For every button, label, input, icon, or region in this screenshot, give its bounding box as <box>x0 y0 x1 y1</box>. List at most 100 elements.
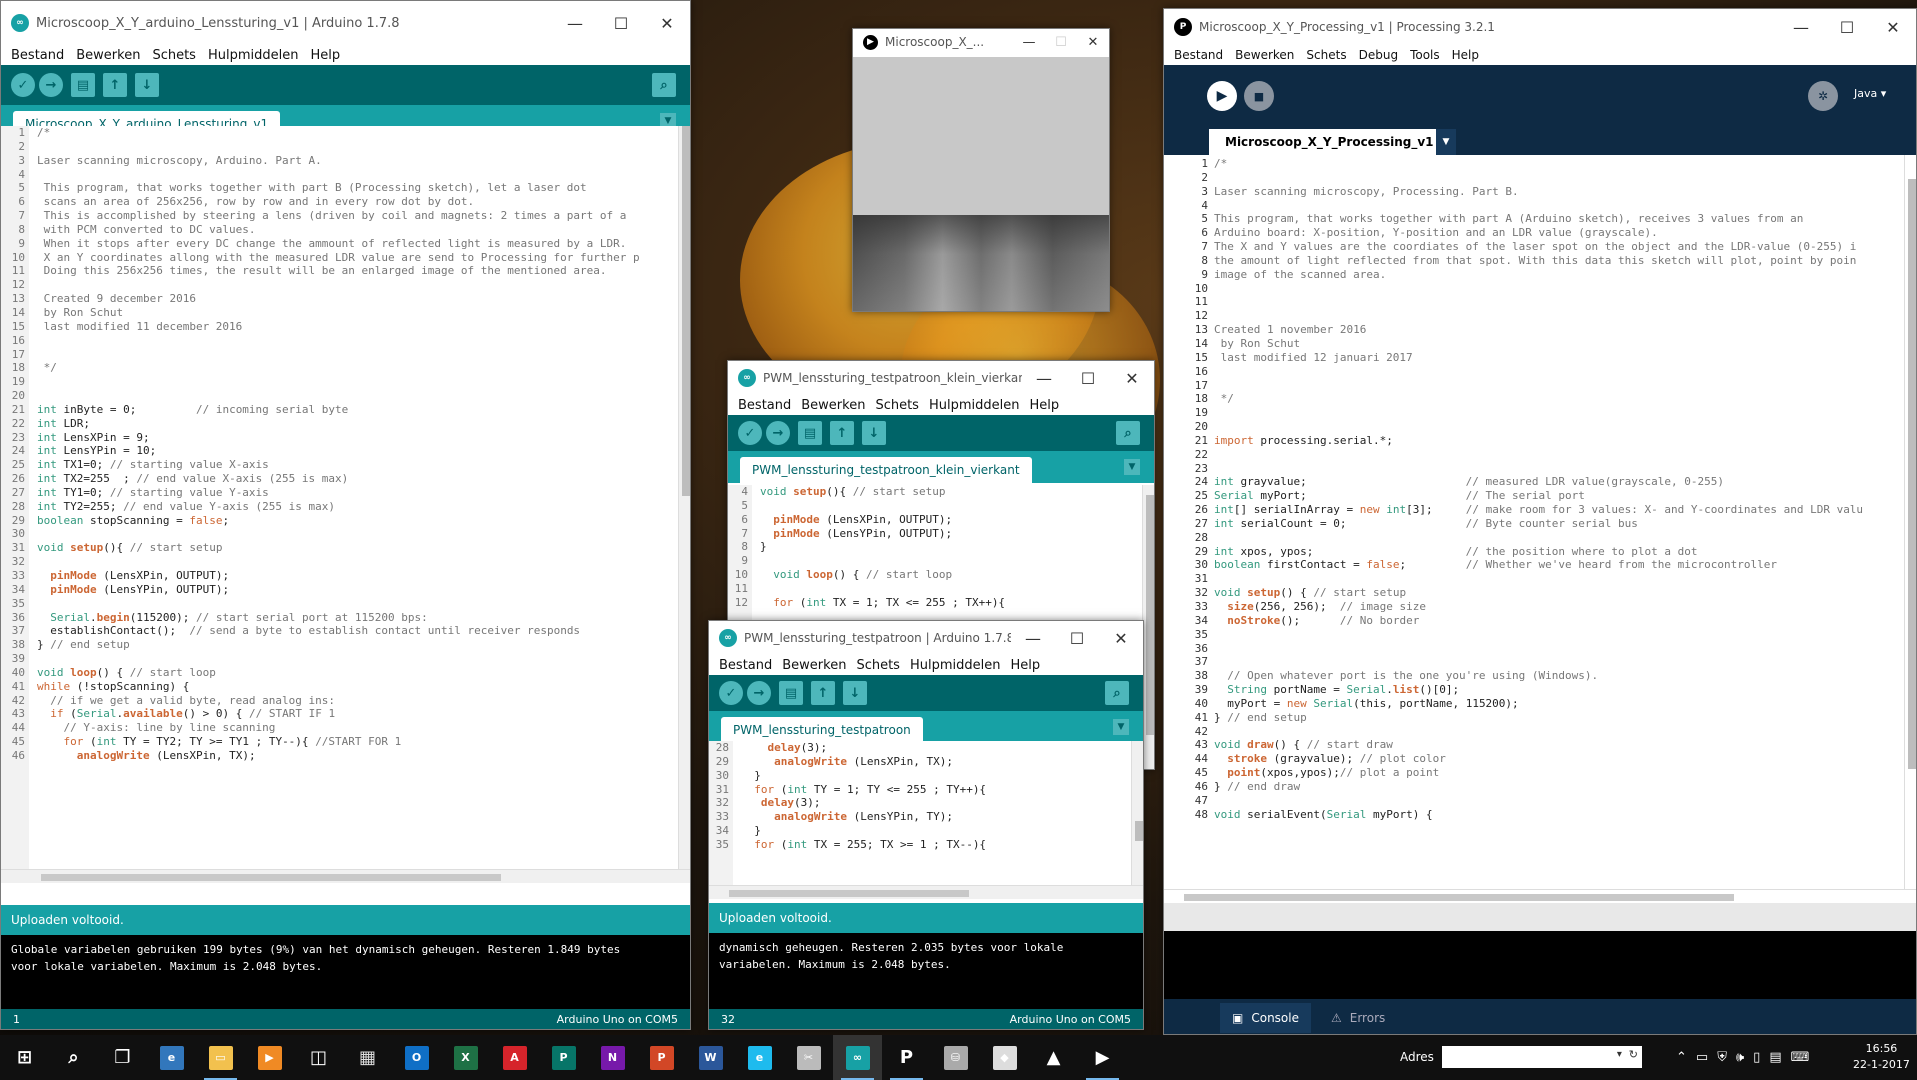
excel-icon[interactable]: X <box>441 1035 490 1080</box>
menu-help[interactable]: Help <box>1029 398 1059 413</box>
menu-bestand[interactable]: Bestand <box>738 398 791 413</box>
photos-icon[interactable]: ▲ <box>1029 1035 1078 1080</box>
run-button[interactable]: ▶ <box>1207 81 1237 111</box>
search-icon[interactable]: ⌕ <box>49 1035 98 1080</box>
menu-hulpmiddelen[interactable]: Hulpmiddelen <box>929 398 1020 413</box>
tab-menu-button[interactable]: ▼ <box>1113 719 1129 735</box>
horizontal-scrollbar[interactable] <box>709 885 1143 899</box>
close-button[interactable]: ✕ <box>1870 9 1916 45</box>
horizontal-scrollbar[interactable] <box>1164 889 1916 903</box>
file-explorer-icon[interactable]: ▭ <box>196 1035 245 1080</box>
edge-browser-icon[interactable]: e <box>147 1035 196 1080</box>
menu-schets[interactable]: Schets <box>152 48 196 63</box>
menu-bewerken[interactable]: Bewerken <box>76 48 140 63</box>
store-icon[interactable]: ◫ <box>294 1035 343 1080</box>
close-button[interactable]: ✕ <box>1110 361 1154 395</box>
upload-button[interactable]: → <box>747 681 771 705</box>
menu-tools[interactable]: Tools <box>1410 48 1440 62</box>
serial-monitor-button[interactable]: ⌕ <box>1116 421 1140 445</box>
vertical-scrollbar[interactable] <box>1131 741 1143 885</box>
open-button[interactable]: ↑ <box>830 421 854 445</box>
code-editor[interactable]: 1 2 3 4 5 6 7 8 9 10 11 12 13 14 15 16 17 18 19 20 21 22 23 24 2… <box>1 126 690 883</box>
serial-monitor-button[interactable]: ⌕ <box>652 73 676 97</box>
internet-explorer-icon[interactable]: e <box>735 1035 784 1080</box>
menu-help[interactable]: Help <box>310 48 340 63</box>
maximize-button[interactable]: ☐ <box>1055 621 1099 655</box>
powerpoint-icon[interactable]: P <box>637 1035 686 1080</box>
maximize-button[interactable]: ☐ <box>1824 9 1870 45</box>
save-button[interactable]: ↓ <box>862 421 886 445</box>
upload-button[interactable]: → <box>766 421 790 445</box>
menu-schets[interactable]: Schets <box>875 398 919 413</box>
verify-button[interactable]: ✓ <box>11 73 35 97</box>
clock[interactable]: 16:56 22-1-2017 <box>1853 1041 1910 1073</box>
tray-overflow-icon[interactable]: ⌃ <box>1676 1050 1687 1065</box>
calculator-icon[interactable]: ▦ <box>343 1035 392 1080</box>
media-player-icon[interactable]: ▶ <box>245 1035 294 1080</box>
network-drive-icon[interactable]: ⛁ <box>931 1035 980 1080</box>
maximize-button[interactable]: ☐ <box>1045 29 1077 55</box>
address-input[interactable]: ▾ ↻ <box>1441 1046 1642 1068</box>
outlook-icon[interactable]: O <box>392 1035 441 1080</box>
maximize-button[interactable]: ☐ <box>1066 361 1110 395</box>
open-button[interactable]: ↑ <box>103 73 127 97</box>
security-icon[interactable]: ⛨ <box>1717 1050 1727 1065</box>
arduino-icon[interactable]: ∞ <box>833 1035 882 1080</box>
sketch-tab[interactable]: PWM_lenssturing_testpatroon <box>721 717 923 743</box>
maximize-button[interactable]: ☐ <box>598 1 644 45</box>
open-button[interactable]: ↑ <box>811 681 835 705</box>
menu-hulpmiddelen[interactable]: Hulpmiddelen <box>910 658 1001 673</box>
close-button[interactable]: ✕ <box>1077 29 1109 55</box>
battery-icon[interactable]: ▯ <box>1753 1050 1760 1065</box>
new-button[interactable]: ▤ <box>779 681 803 705</box>
code-text[interactable]: delay(3); analogWrite (LensXPin, TX); } … <box>741 741 1131 885</box>
task-view-icon[interactable]: ❐ <box>98 1035 147 1080</box>
inkscape-icon[interactable]: ◆ <box>980 1035 1029 1080</box>
save-button[interactable]: ↓ <box>135 73 159 97</box>
publisher-icon[interactable]: P <box>539 1035 588 1080</box>
tab-menu-button[interactable]: ▼ <box>1124 459 1140 475</box>
new-button[interactable]: ▤ <box>798 421 822 445</box>
acrobat-icon[interactable]: A <box>490 1035 539 1080</box>
minimize-button[interactable]: — <box>1013 29 1045 55</box>
serial-monitor-button[interactable]: ⌕ <box>1105 681 1129 705</box>
menu-bestand[interactable]: Bestand <box>719 658 772 673</box>
horizontal-scrollbar[interactable] <box>1 869 690 883</box>
code-text[interactable]: /* Laser scanning microscopy, Arduino. Pa… <box>37 126 678 883</box>
save-button[interactable]: ↓ <box>843 681 867 705</box>
menu-help[interactable]: Help <box>1452 48 1479 62</box>
vertical-scrollbar[interactable] <box>678 126 690 883</box>
windows-start-icon[interactable]: ⊞ <box>0 1035 49 1080</box>
keyboard-icon[interactable]: ⌨ <box>1791 1050 1810 1065</box>
new-button[interactable]: ▤ <box>71 73 95 97</box>
menu-help[interactable]: Help <box>1010 658 1040 673</box>
sketch-tab[interactable]: Microscoop_X_Y_Processing_v1 <box>1209 129 1450 155</box>
code-editor[interactable]: 28 29 30 31 32 33 34 35 delay(3); analogWrite (… <box>709 741 1143 885</box>
vertical-scrollbar[interactable] <box>1904 155 1916 903</box>
menu-bewerken[interactable]: Bewerken <box>1235 48 1294 62</box>
errors-tab[interactable]: ⚠ Errors <box>1331 1011 1385 1025</box>
snipping-tool-icon[interactable]: ✂ <box>784 1035 833 1080</box>
menu-bewerken[interactable]: Bewerken <box>782 658 846 673</box>
menu-debug[interactable]: Debug <box>1359 48 1398 62</box>
stop-button[interactable]: ■ <box>1244 81 1274 111</box>
verify-button[interactable]: ✓ <box>719 681 743 705</box>
tab-menu-button[interactable]: ▼ <box>1436 129 1456 155</box>
onenote-icon[interactable]: N <box>588 1035 637 1080</box>
menu-hulpmiddelen[interactable]: Hulpmiddelen <box>208 48 299 63</box>
minimize-button[interactable]: — <box>1022 361 1066 395</box>
mode-selector[interactable]: Java ▾ <box>1854 87 1886 100</box>
menu-schets[interactable]: Schets <box>1306 48 1346 62</box>
minimize-button[interactable]: — <box>1778 9 1824 45</box>
processing-icon[interactable]: P <box>882 1035 931 1080</box>
menu-bestand[interactable]: Bestand <box>11 48 64 63</box>
word-icon[interactable]: W <box>686 1035 735 1080</box>
volume-icon[interactable]: 🕪 <box>1736 1050 1744 1065</box>
code-editor[interactable]: 1 2 3 4 5 6 7 8 9 10 11 12 13 14 15 16 17 18 19 20 21 22 23 24 2… <box>1164 155 1916 903</box>
minimize-button[interactable]: — <box>1011 621 1055 655</box>
console-tab[interactable]: ▣ Console <box>1220 1002 1311 1033</box>
upload-button[interactable]: → <box>39 73 63 97</box>
verify-button[interactable]: ✓ <box>738 421 762 445</box>
network-icon[interactable]: ▭ <box>1696 1050 1708 1065</box>
close-button[interactable]: ✕ <box>1099 621 1143 655</box>
